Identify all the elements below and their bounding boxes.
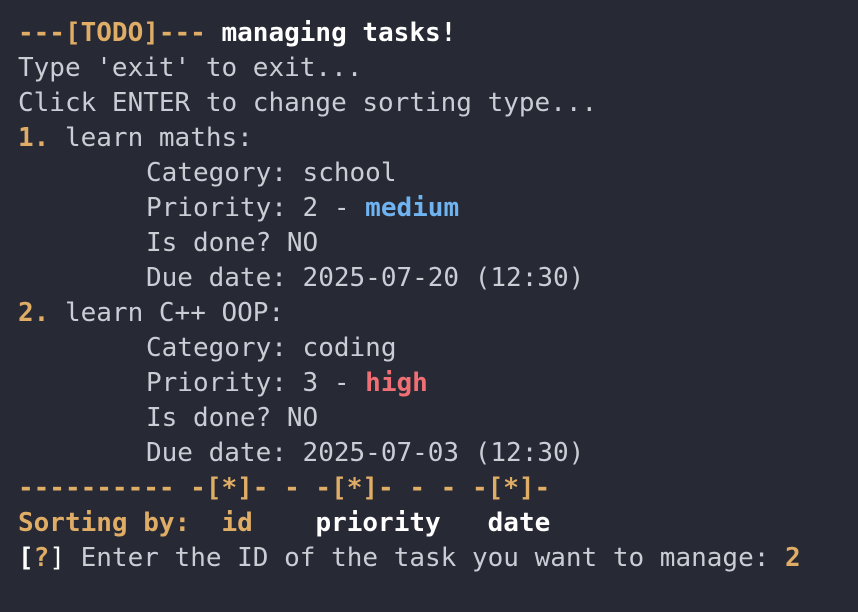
task-done-line: Is done? NO <box>18 401 858 436</box>
due-value: 2025-07-03 (12:30) <box>302 438 585 468</box>
todo-tag: ---[TODO]--- <box>18 18 206 48</box>
priority-level-medium: medium <box>365 193 460 223</box>
done-value: NO <box>286 228 319 258</box>
prompt-line: [?] Enter the ID of the task you want to… <box>18 541 858 576</box>
task-due-line: Due date: 2025-07-03 (12:30) <box>18 436 858 471</box>
priority-label: Priority: <box>146 193 287 223</box>
category-value: school <box>302 158 397 188</box>
task-priority-line: Priority: 3 - high <box>18 366 858 401</box>
sorting-label: Sorting by: <box>18 508 191 538</box>
header-line: ---[TODO]--- managing tasks! <box>18 16 858 51</box>
priority-value: 3 - <box>302 368 350 398</box>
prompt-text: Enter the ID of the task you want to man… <box>80 543 770 573</box>
task-due-line: Due date: 2025-07-20 (12:30) <box>18 261 858 296</box>
done-label: Is done? <box>146 403 272 433</box>
task-priority-line: Priority: 2 - medium <box>18 191 858 226</box>
priority-level-high: high <box>365 368 428 398</box>
prompt-question-mark: ? <box>33 543 50 573</box>
header-title: managing tasks! <box>221 18 457 48</box>
sort-option-priority[interactable]: priority <box>315 508 440 538</box>
sort-option-date[interactable]: date <box>488 508 551 538</box>
task-name: learn maths: <box>64 123 253 153</box>
prompt-bracket-close: ] <box>49 543 65 573</box>
task-category-line: Category: school <box>18 156 858 191</box>
due-label: Due date: <box>146 438 287 468</box>
task-title-line: 1. learn maths: <box>18 121 858 156</box>
priority-label: Priority: <box>146 368 287 398</box>
task-number: 2. <box>18 298 50 328</box>
sorting-line: Sorting by: id priority date <box>18 506 858 541</box>
prompt-input[interactable]: 2 <box>785 543 801 573</box>
done-label: Is done? <box>146 228 272 258</box>
due-label: Due date: <box>146 263 287 293</box>
category-value: coding <box>302 333 397 363</box>
exit-hint: Type 'exit' to exit... <box>18 53 363 83</box>
sort-hint: Click ENTER to change sorting type... <box>18 88 598 118</box>
task-category-line: Category: coding <box>18 331 858 366</box>
task-done-line: Is done? NO <box>18 226 858 261</box>
due-value: 2025-07-20 (12:30) <box>302 263 585 293</box>
task-number: 1. <box>18 123 50 153</box>
terminal-window: ---[TODO]--- managing tasks! Type 'exit'… <box>0 0 858 612</box>
sort-option-id[interactable]: id <box>222 508 253 538</box>
task-title-line: 2. learn C++ OOP: <box>18 296 858 331</box>
done-value: NO <box>286 403 319 433</box>
separator-line: ---------- -[*]- - -[*]- - - -[*]- <box>18 473 551 503</box>
category-label: Category: <box>146 158 287 188</box>
category-label: Category: <box>146 333 287 363</box>
task-name: learn C++ OOP: <box>64 298 285 328</box>
prompt-bracket-open: [ <box>18 543 34 573</box>
priority-value: 2 - <box>302 193 350 223</box>
